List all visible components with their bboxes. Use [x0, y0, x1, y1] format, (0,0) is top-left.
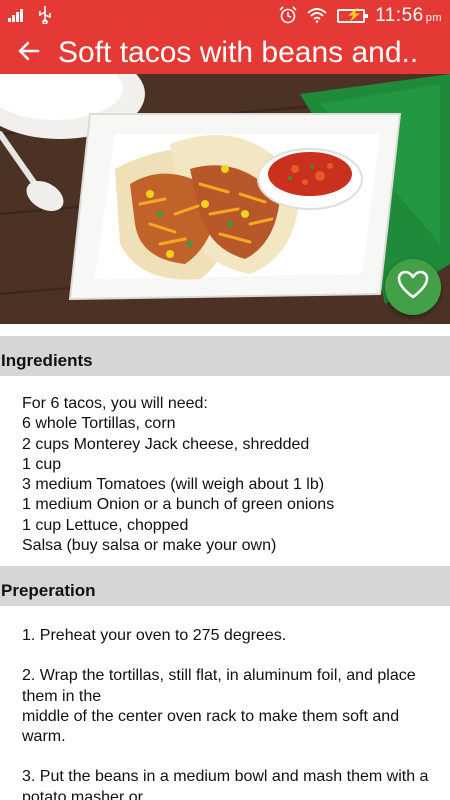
- recipe-image: [0, 74, 450, 324]
- ingredient-line: Salsa (buy salsa or make your own): [22, 537, 277, 555]
- ingredient-line: For 6 tacos, you will need:: [22, 395, 208, 412]
- ingredient-line: 1 medium Onion or a bunch of green onion…: [22, 496, 335, 514]
- arrow-left-icon: [17, 39, 41, 68]
- preparation-step: 2. Wrap the tortillas, still flat, in al…: [22, 667, 421, 705]
- ingredient-line: 6 whole Tortillas, corn: [22, 415, 176, 433]
- ingredient-line: 1 cup Lettuce, chopped: [22, 516, 189, 534]
- preparation-step: middle of the center oven rack to make t…: [22, 707, 404, 746]
- ingredient-line: 3 medium Tomatoes (will weigh about 1 lb…: [22, 476, 325, 494]
- preparation-steps: 1. Preheat your oven to 275 degrees. 2. …: [0, 626, 450, 800]
- wifi-icon: [307, 7, 327, 26]
- ingredient-line: 1 cup: [22, 455, 62, 473]
- back-button[interactable]: [0, 32, 58, 74]
- alarm-icon: [279, 5, 297, 27]
- ingredients-header: Ingredients: [0, 336, 450, 376]
- usb-icon: [38, 5, 52, 27]
- page-title: Soft tacos with beans and..: [58, 36, 419, 69]
- recipe-photo-illustration: [0, 74, 450, 324]
- clock: 11:56 pm: [375, 5, 442, 26]
- preparation-step: 3. Put the beans in a medium bowl and ma…: [22, 768, 433, 800]
- ingredient-line: 2 cups Monterey Jack cheese, shredded: [22, 435, 310, 453]
- favorite-button[interactable]: [385, 259, 441, 315]
- battery-charging-icon: ⚡: [337, 7, 369, 23]
- heart-outline-icon: [397, 270, 429, 305]
- ingredients-list: For 6 tacos, you will need: 6 whole Tort…: [0, 394, 450, 556]
- app-bar: Soft tacos with beans and..: [0, 32, 450, 74]
- signal-icon: [8, 8, 28, 25]
- status-bar: ⚡ 11:56 pm: [0, 0, 450, 32]
- preparation-step: 1. Preheat your oven to 275 degrees.: [22, 627, 287, 644]
- preparation-header: Preperation: [0, 566, 450, 606]
